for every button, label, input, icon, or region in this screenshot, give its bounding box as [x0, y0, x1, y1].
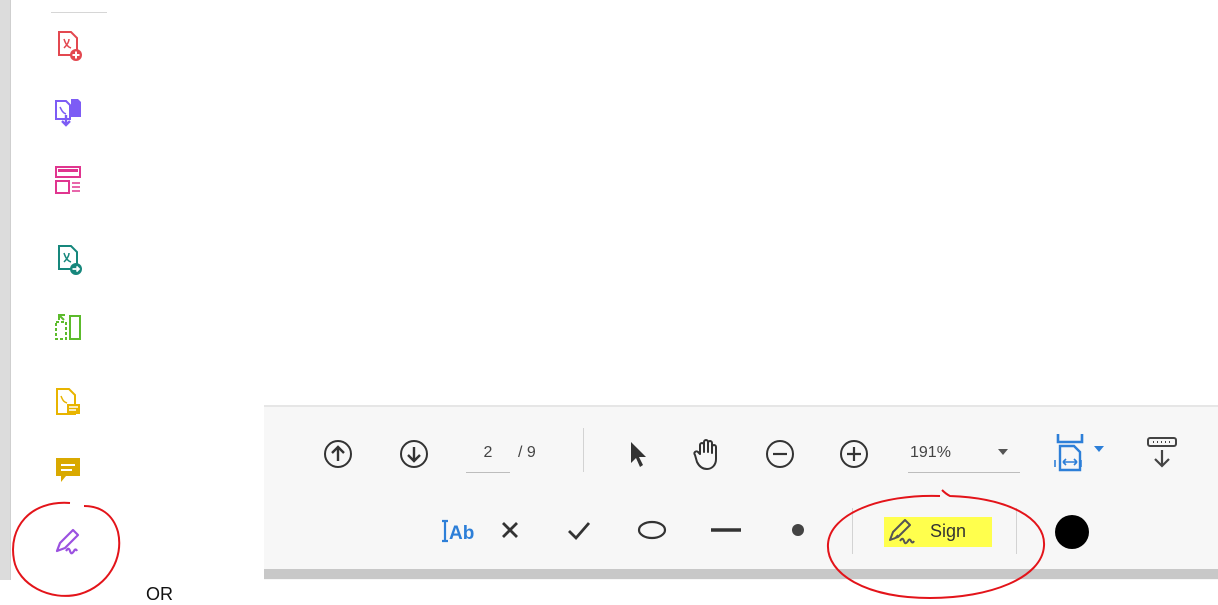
arrow-up-circle-icon: [324, 440, 352, 468]
text-field-icon: Ab: [442, 519, 474, 544]
share-pdf-icon: [58, 245, 82, 275]
cursor-arrow-icon: [631, 442, 646, 467]
color-swatch-icon: [1055, 515, 1089, 549]
page-number-input[interactable]: 2: [466, 440, 510, 473]
comment-icon: [56, 458, 80, 482]
organize-pages-icon: [55, 166, 81, 194]
edit-pdf-icon: [56, 388, 80, 415]
hand-icon: [693, 439, 717, 470]
dot-icon: [792, 524, 804, 536]
read-mode-button[interactable]: [1140, 430, 1184, 474]
add-text-button[interactable]: Ab: [438, 512, 482, 548]
zoom-in-button[interactable]: [836, 436, 872, 472]
comment-tool[interactable]: [48, 450, 88, 490]
line-icon: [711, 528, 741, 532]
organize-pages-tool[interactable]: [48, 160, 88, 200]
arrow-down-circle-icon: [400, 440, 428, 468]
edit-pdf-tool[interactable]: [48, 383, 88, 423]
create-pdf-tool[interactable]: [48, 26, 88, 66]
toolbar-separator: [852, 508, 853, 554]
rail-background: [0, 0, 10, 580]
next-page-button[interactable]: [396, 436, 432, 472]
export-pdf-tool[interactable]: [48, 92, 88, 132]
zoom-out-button[interactable]: [762, 436, 798, 472]
checkmark-icon: [568, 522, 591, 541]
line-button[interactable]: [706, 514, 746, 546]
svg-text:Ab: Ab: [449, 523, 474, 544]
sign-button[interactable]: Sign: [930, 520, 966, 542]
cross-icon: [502, 522, 518, 538]
checkmark-button[interactable]: [562, 514, 596, 546]
plus-circle-icon: [840, 440, 868, 468]
previous-page-button[interactable]: [320, 436, 356, 472]
toolbar-separator: [1016, 508, 1017, 554]
page-fit-button[interactable]: [1052, 430, 1116, 474]
minus-circle-icon: [766, 440, 794, 468]
cross-mark-button[interactable]: [494, 514, 526, 546]
hand-tool-button[interactable]: [688, 434, 728, 474]
create-pdf-icon: [58, 31, 82, 61]
share-pdf-tool[interactable]: [48, 240, 88, 280]
fill-and-sign-icon: [55, 528, 80, 555]
zoom-level-value: 191%: [910, 444, 951, 461]
toolbar-bottom-edge: [264, 569, 1218, 579]
color-picker-button[interactable]: [1052, 512, 1092, 552]
ellipse-button[interactable]: [632, 514, 672, 546]
ellipse-icon: [637, 520, 667, 540]
export-pdf-icon: [55, 99, 81, 127]
fit-page-width-icon: [1054, 434, 1104, 472]
read-mode-icon: [1147, 437, 1177, 468]
fill-and-sign-tool[interactable]: [48, 522, 88, 562]
organize-swap-tool[interactable]: [48, 307, 88, 347]
rail-divider: [51, 12, 107, 13]
toolbar-separator: [583, 428, 584, 472]
dot-button[interactable]: [782, 514, 814, 546]
pen-signature-icon: [886, 516, 928, 553]
or-label: OR: [146, 584, 173, 604]
page-total: / 9: [518, 444, 536, 461]
swap-pages-icon: [55, 314, 81, 340]
tools-rail: [10, 0, 121, 580]
chevron-down-icon: [998, 449, 1008, 455]
zoom-level-dropdown[interactable]: 191%: [908, 440, 1020, 473]
select-tool-button[interactable]: [622, 436, 654, 472]
